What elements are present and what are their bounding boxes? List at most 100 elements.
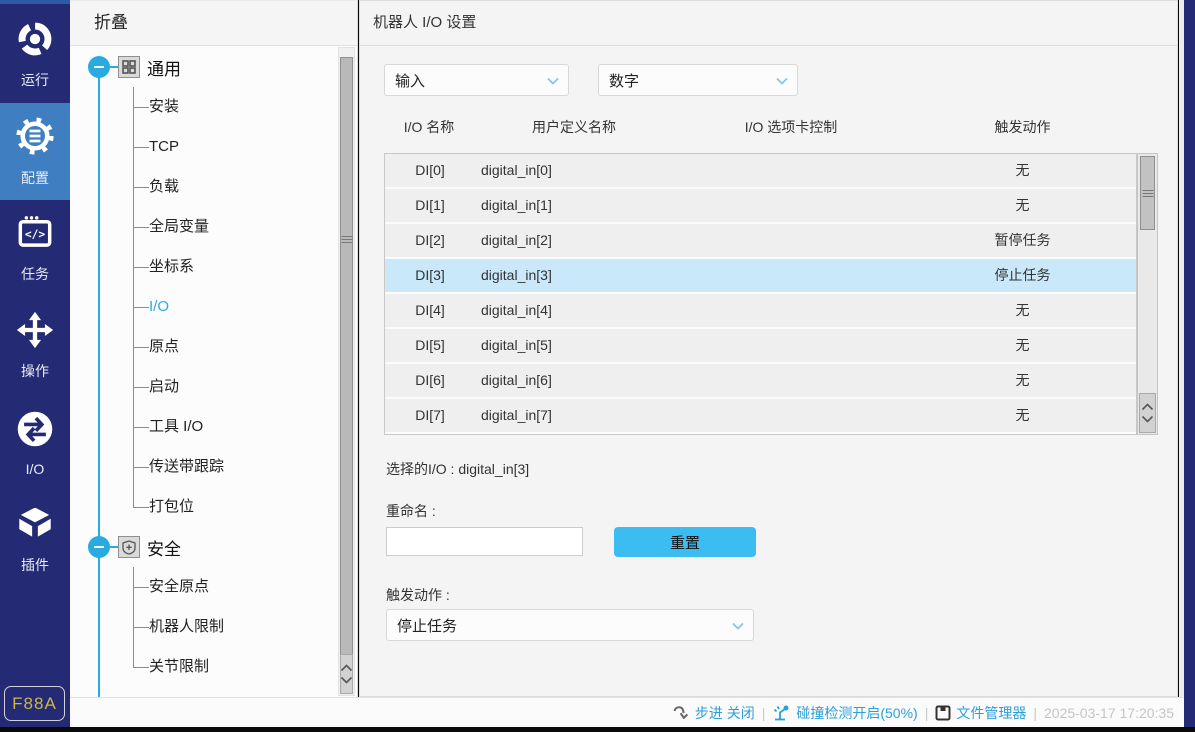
collision-detect-status[interactable]: 碰撞检测开启(50%)	[772, 703, 917, 723]
io-table-row[interactable]: DI[7] digital_in[7] 无	[385, 399, 1136, 434]
sidebar-item-label: 配置	[21, 168, 49, 188]
config-tree-panel: 折叠 通用 安装 TCP 负载全局变量坐标系 I/O 原点启动工具 I/O 传送带跟踪打包…	[70, 0, 358, 697]
scroll-down-icon[interactable]	[340, 676, 353, 684]
step-arrow-icon	[673, 705, 690, 720]
tree-child-label: TCP	[149, 138, 179, 155]
tree-node-label: 通用	[147, 55, 181, 80]
io-table-row[interactable]: DI[6] digital_in[6] 无	[385, 364, 1136, 399]
step-mode-status[interactable]: 步进 关闭	[673, 703, 755, 723]
reset-button[interactable]: 重置	[614, 527, 756, 557]
tree-child-item[interactable]: 安装	[70, 87, 357, 127]
tree-child-label: 原点	[149, 338, 179, 355]
sidebar: 运行 配置 </> 任务 操作	[0, 0, 70, 727]
tab-control-cell	[675, 259, 909, 292]
trigger-action-cell: 无	[909, 189, 1136, 222]
chevron-down-icon	[547, 72, 559, 89]
robot-model-badge[interactable]: F88A	[4, 686, 65, 721]
tree-child-label: 关节限制	[149, 658, 209, 675]
tree-scrollbar	[338, 47, 355, 696]
io-table-row[interactable]: DI[4] digital_in[4] 无	[385, 294, 1136, 329]
grid-icon	[118, 56, 140, 78]
table-scrollbar	[1137, 153, 1158, 435]
tree-child-item[interactable]: 打包位	[70, 487, 357, 527]
io-table-row[interactable]: DI[5] digital_in[5] 无	[385, 329, 1136, 364]
tab-control-cell	[675, 364, 909, 397]
sidebar-item-config[interactable]: 配置	[0, 103, 70, 200]
tree-child-label: I/O	[149, 298, 169, 315]
trigger-action-cell: 无	[909, 399, 1136, 432]
tree-collapse-header[interactable]: 折叠	[70, 1, 357, 46]
chevron-down-icon	[732, 617, 744, 634]
io-kind-value: 数字	[609, 70, 639, 91]
svg-text:</>: </>	[25, 228, 46, 241]
column-io-name: I/O 名称	[384, 117, 474, 137]
tree-node-general[interactable]: 通用	[70, 47, 357, 87]
tree-child-item[interactable]: 关节限制	[70, 647, 357, 687]
sidebar-item-plugin[interactable]: 插件	[0, 491, 70, 588]
column-user-name: 用户定义名称	[474, 117, 674, 137]
trigger-action-cell: 无	[909, 294, 1136, 327]
chevron-down-icon	[776, 72, 788, 89]
tree-child-item[interactable]: 全局变量	[70, 207, 357, 247]
user-name-cell: digital_in[0]	[475, 154, 675, 187]
scroll-down-icon[interactable]	[1141, 415, 1154, 423]
io-exchange-icon	[15, 409, 55, 454]
tree-child-label: 启动	[149, 378, 179, 395]
io-table-row[interactable]: DI[0] digital_in[0] 无	[385, 154, 1136, 189]
trigger-action-cell: 暂停任务	[909, 224, 1136, 257]
io-table-row[interactable]: DI[2] digital_in[2] 暂停任务	[385, 224, 1136, 259]
io-settings-panel: 机器人 I/O 设置 输入 数字 I/O 名称 用户定义名称 I/O 选项卡控制…	[359, 0, 1178, 697]
tree-child-item[interactable]: I/O	[70, 287, 357, 327]
sidebar-item-run[interactable]: 运行	[0, 6, 70, 103]
io-table-row[interactable]: DI[3] digital_in[3] 停止任务	[385, 259, 1136, 294]
tree-child-label: 安全原点	[149, 578, 209, 595]
tree-node-safety[interactable]: 安全	[70, 527, 357, 567]
sidebar-item-operate[interactable]: 操作	[0, 297, 70, 394]
table-scrollbar-thumb[interactable]	[1140, 156, 1155, 230]
tree-child-item[interactable]: 负载	[70, 167, 357, 207]
scroll-up-icon[interactable]	[340, 664, 353, 672]
table-scroll-arrows	[1139, 393, 1156, 433]
status-separator: |	[762, 705, 766, 721]
collapse-minus-icon[interactable]	[88, 536, 110, 558]
sidebar-item-io[interactable]: I/O	[0, 394, 70, 491]
io-name-cell: DI[1]	[385, 189, 475, 222]
sidebar-nav: 运行 配置 </> 任务 操作	[0, 6, 70, 588]
tree-child-item[interactable]: 安全原点	[70, 567, 357, 607]
tree-child-label: 工具 I/O	[149, 418, 203, 435]
tree-child-item[interactable]: TCP	[70, 127, 357, 167]
io-kind-select[interactable]: 数字	[598, 64, 798, 96]
collapse-minus-icon[interactable]	[88, 56, 110, 78]
tree-scrollbar-thumb[interactable]	[340, 57, 353, 657]
trigger-action-cell: 停止任务	[909, 259, 1136, 292]
file-manager-status[interactable]: 文件管理器	[935, 703, 1026, 723]
scrollbar-grip	[341, 236, 352, 244]
tree-child-label: 全局变量	[149, 218, 209, 235]
tree-child-item[interactable]: 工具 I/O	[70, 407, 357, 447]
io-name-cell: DI[2]	[385, 224, 475, 257]
user-name-cell: digital_in[1]	[475, 189, 675, 222]
io-table-header: I/O 名称 用户定义名称 I/O 选项卡控制 触发动作	[384, 117, 1137, 137]
user-name-cell: digital_in[5]	[475, 329, 675, 362]
tree-child-label: 安装	[149, 98, 179, 115]
io-name-cell: DI[6]	[385, 364, 475, 397]
scrollbar-grip	[1142, 190, 1153, 198]
tree-child-item[interactable]: 机器人限制	[70, 607, 357, 647]
robot-teach-pendant-window: 运行 配置 </> 任务 操作	[0, 0, 1195, 732]
user-name-cell: digital_in[2]	[475, 224, 675, 257]
tree-child-item[interactable]: 启动	[70, 367, 357, 407]
rename-input[interactable]	[386, 527, 583, 556]
tree-child-item[interactable]: 传送带跟踪	[70, 447, 357, 487]
tree-connector	[110, 546, 118, 548]
sidebar-item-label: 运行	[21, 70, 49, 90]
sidebar-item-task[interactable]: </> 任务	[0, 200, 70, 297]
tree-child-item[interactable]: 原点	[70, 327, 357, 367]
tree-child-item[interactable]: 坐标系	[70, 247, 357, 287]
scroll-up-icon[interactable]	[1141, 403, 1154, 411]
status-bar: 步进 关闭 | 碰撞检测开启(50%) | 文件管理器 | 2025-03-17…	[70, 697, 1184, 727]
tab-control-cell	[675, 224, 909, 257]
io-table-row[interactable]: DI[1] digital_in[1] 无	[385, 189, 1136, 224]
io-direction-select[interactable]: 输入	[384, 64, 569, 96]
tree-connector	[110, 66, 118, 68]
trigger-action-select[interactable]: 停止任务	[386, 609, 754, 641]
